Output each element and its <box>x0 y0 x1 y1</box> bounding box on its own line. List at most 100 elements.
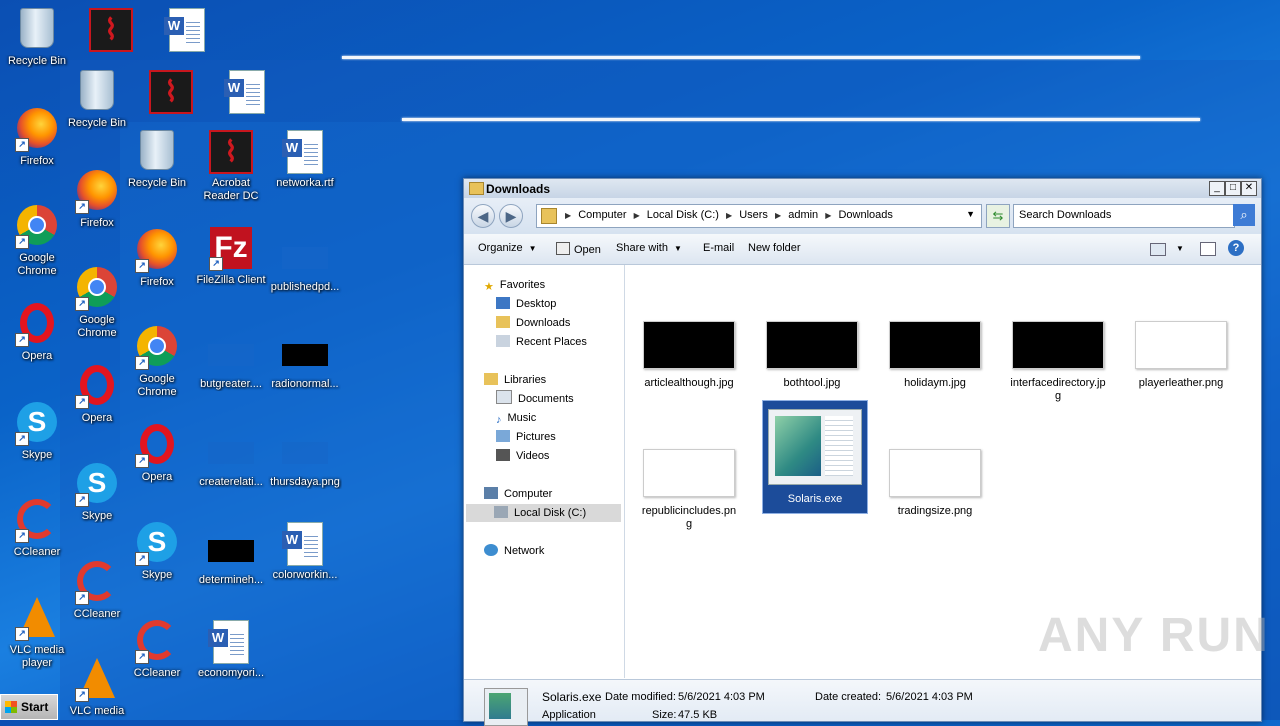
nav-label: Music <box>507 412 537 424</box>
desktop-file-icon[interactable]: W <box>150 8 224 55</box>
shortcut-arrow-icon: ↗ <box>135 356 149 370</box>
nav-favorites[interactable]: ★ Favorites <box>484 276 545 294</box>
nav-downloads[interactable]: Downloads <box>496 314 570 332</box>
file-item[interactable]: articlealthough.jpg <box>637 321 741 390</box>
desktop-file-icon[interactable]: W networka.rtf <box>268 130 342 190</box>
desktop-icon-acrobat[interactable]: ⌇ <box>74 8 148 55</box>
desktop-file-icon[interactable]: createrelati... <box>194 432 268 489</box>
shortcut-arrow-icon: ↗ <box>135 552 149 566</box>
file-name: republicincludes.png <box>641 505 737 530</box>
change-view-icon[interactable] <box>1150 243 1166 256</box>
chevron-right-icon: ▶ <box>725 211 733 220</box>
open-icon <box>556 242 570 255</box>
search-box[interactable] <box>1013 204 1235 228</box>
desktop-icon-firefox[interactable]: ↗ Firefox <box>120 229 194 289</box>
image-thumbnail-icon <box>1135 321 1227 369</box>
email-button[interactable]: E-mail <box>703 242 734 254</box>
file-item[interactable]: interfacedirectory.jpg <box>1006 321 1110 403</box>
desktop-file-icon[interactable]: W <box>210 70 284 117</box>
breadcrumb-item[interactable]: Local Disk (C:) <box>647 209 719 221</box>
file-item[interactable]: holidaym.jpg <box>883 321 987 390</box>
image-thumbnail-icon <box>282 344 328 366</box>
chevron-down-icon[interactable]: ▼ <box>1176 244 1184 253</box>
recent-places-icon <box>496 335 510 347</box>
preview-pane-icon[interactable] <box>1200 242 1216 256</box>
desktop-file-icon[interactable]: butgreater.... <box>194 334 268 391</box>
icon-label: Firefox <box>140 276 174 288</box>
breadcrumb: ▶ Computer ▶ Local Disk (C:) ▶ Users ▶ a… <box>565 209 897 221</box>
breadcrumb-item[interactable]: Users <box>739 209 768 221</box>
file-item[interactable]: tradingsize.png <box>883 449 987 518</box>
libraries-icon <box>484 373 498 385</box>
title-bar[interactable]: Downloads _ □ ✕ <box>464 179 1261 198</box>
nav-libraries[interactable]: Libraries <box>484 371 546 389</box>
breadcrumb-item[interactable]: Downloads <box>838 209 892 221</box>
details-file-name: Solaris.exe <box>542 690 602 704</box>
file-item[interactable]: playerleather.png <box>1129 321 1233 390</box>
search-icon[interactable]: ⌕ <box>1233 204 1255 226</box>
word-document-icon: W <box>208 620 249 664</box>
desktop-file-icon[interactable]: thursdaya.png <box>268 432 342 489</box>
videos-icon <box>496 449 510 461</box>
open-button[interactable]: Open <box>556 242 601 256</box>
new-folder-button[interactable]: New folder <box>748 242 801 254</box>
help-icon[interactable]: ? <box>1228 240 1244 256</box>
icon-label: FileZilla Client <box>196 274 266 286</box>
minimize-button[interactable]: _ <box>1209 181 1225 196</box>
nav-desktop[interactable]: Desktop <box>496 295 556 313</box>
search-input[interactable] <box>1019 209 1219 221</box>
icon-label: VLC media player <box>9 644 65 669</box>
details-created-value: 5/6/2021 4:03 PM <box>886 691 973 703</box>
desktop-icon-skype[interactable]: S ↗ Skype <box>120 522 194 582</box>
desktop-file-icon[interactable]: radionormal... <box>268 334 342 391</box>
image-thumbnail-icon <box>208 540 254 562</box>
file-item[interactable]: bothtool.jpg <box>760 321 864 390</box>
nav-music[interactable]: ♪ Music <box>496 409 536 427</box>
nav-recent-places[interactable]: Recent Places <box>496 333 587 351</box>
icon-label: CCleaner <box>133 667 181 679</box>
desktop-file-icon[interactable]: determineh... <box>194 530 268 587</box>
icon-label: thursdaya.png <box>270 476 340 488</box>
wallpaper-streak <box>342 56 1140 59</box>
maximize-button[interactable]: □ <box>1225 181 1241 196</box>
file-item-selected[interactable]: Solaris.exe <box>762 400 868 514</box>
desktop-icon <box>496 297 510 309</box>
forward-button[interactable]: ▶ <box>499 204 523 228</box>
desktop-file-icon[interactable]: publishedpd... <box>268 237 342 294</box>
desktop-icon-acrobat[interactable]: ⌇ <box>134 70 208 117</box>
details-created-label: Date created: <box>815 691 882 703</box>
breadcrumb-item[interactable]: admin <box>788 209 818 221</box>
address-field[interactable]: ▶ Computer ▶ Local Disk (C:) ▶ Users ▶ a… <box>536 204 982 228</box>
desktop-icon-filezilla[interactable]: Fz ↗ FileZilla Client <box>194 227 268 287</box>
icon-label: networka.rtf <box>276 177 334 189</box>
nav-network[interactable]: Network <box>484 542 544 560</box>
share-with-button[interactable]: Share with ▼ <box>616 242 682 254</box>
recycle-bin-icon <box>140 130 174 170</box>
nav-computer[interactable]: Computer <box>484 485 552 503</box>
close-button[interactable]: ✕ <box>1241 181 1257 196</box>
nav-videos[interactable]: Videos <box>496 447 549 465</box>
desktop-icon-acrobat[interactable]: ⌇ Acrobat Reader DC <box>194 130 268 203</box>
organize-button[interactable]: Organize ▼ <box>478 242 537 254</box>
icon-label: radionormal... <box>271 378 339 390</box>
chevron-down-icon[interactable]: ▼ <box>966 209 975 219</box>
start-label: Start <box>21 700 49 714</box>
icon-label: colorworkin... <box>272 569 338 581</box>
desktop-file-icon[interactable]: W colorworkin... <box>268 522 342 582</box>
desktop-file-icon[interactable]: W economyori... <box>194 620 268 680</box>
desktop-icon-recycle-bin[interactable]: Recycle Bin <box>0 8 74 68</box>
nav-local-disk[interactable]: Local Disk (C:) <box>466 504 621 522</box>
nav-label: Documents <box>518 393 574 405</box>
nav-documents[interactable]: Documents <box>496 390 574 408</box>
nav-pictures[interactable]: Pictures <box>496 428 556 446</box>
desktop-icon-recycle-bin[interactable]: Recycle Bin <box>60 70 134 130</box>
file-item[interactable]: republicincludes.png <box>637 449 741 531</box>
breadcrumb-item[interactable]: Computer <box>578 209 626 221</box>
back-button[interactable]: ◀ <box>471 204 495 228</box>
refresh-button[interactable]: ⇆ <box>986 204 1010 228</box>
desktop-icon-recycle-bin[interactable]: Recycle Bin <box>120 130 194 190</box>
start-button[interactable]: Start <box>0 694 58 720</box>
desktop-icon-opera[interactable]: ↗ Opera <box>120 424 194 484</box>
desktop-icon-ccleaner[interactable]: ↗ CCleaner <box>120 620 194 680</box>
desktop-icon-chrome[interactable]: ↗ Google Chrome <box>120 326 194 399</box>
